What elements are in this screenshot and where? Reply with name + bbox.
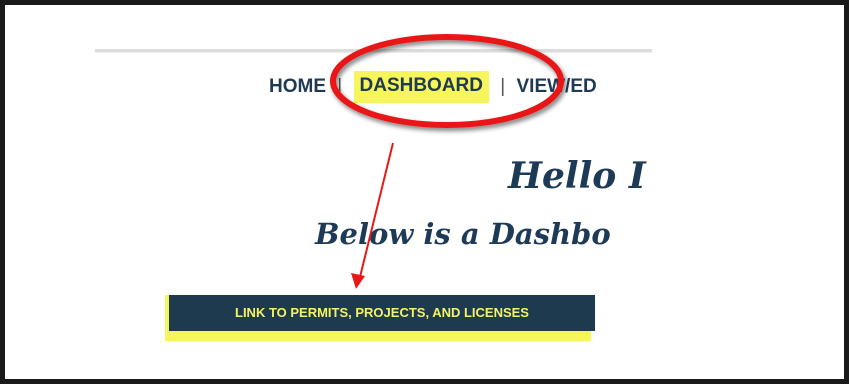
main-nav: HOME | DASHBOARD | VIEW/ED [269,71,597,103]
greeting-heading: Hello I [508,155,646,197]
cropped-page: HOME | DASHBOARD | VIEW/ED Hello I Below… [95,35,652,365]
screenshot-frame: HOME | DASHBOARD | VIEW/ED Hello I Below… [0,0,849,384]
top-divider [95,49,652,53]
nav-item-dashboard[interactable]: DASHBOARD [353,71,489,103]
nav-item-view-edit[interactable]: VIEW/ED [517,76,597,98]
nav-item-home[interactable]: HOME [269,76,326,98]
dashboard-subtitle: Below is a Dashbo [315,217,611,251]
link-highlight: LINK TO PERMITS, PROJECTS, AND LICENSES [165,295,595,341]
permits-projects-licenses-button[interactable]: LINK TO PERMITS, PROJECTS, AND LICENSES [169,295,595,331]
nav-separator: | [500,76,506,97]
nav-separator: | [337,76,343,97]
